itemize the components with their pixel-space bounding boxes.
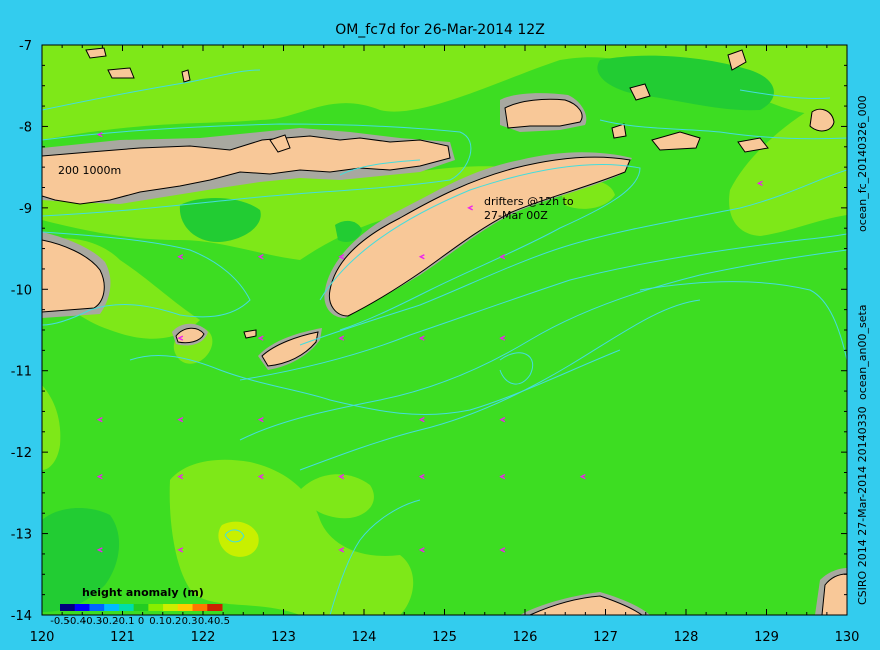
colorbar-swatch bbox=[118, 604, 135, 611]
isobath-label: 200 1000m bbox=[58, 164, 121, 177]
side-label-analysis-id: ocean_an00_seta bbox=[856, 304, 869, 400]
drifters-note-line2: 27-Mar 00Z bbox=[484, 209, 548, 222]
colorbar-swatch bbox=[60, 604, 76, 611]
x-tick-label: 121 bbox=[110, 630, 135, 645]
x-tick-label: 127 bbox=[593, 630, 618, 645]
x-tick-label: 130 bbox=[835, 630, 860, 645]
colorbar-tick-label: 0.1 bbox=[149, 616, 165, 627]
drifters-note-line1: drifters @12h to bbox=[484, 195, 574, 208]
colorbar-tick-label: 0 bbox=[138, 616, 144, 627]
island-small bbox=[243, 329, 257, 339]
colorbar-tick-label: 0.2 bbox=[165, 616, 181, 627]
colorbar-tick-label: -0.1 bbox=[115, 616, 135, 627]
colorbar-title: height anomaly (m) bbox=[82, 586, 204, 599]
colorbar-swatch bbox=[163, 604, 179, 611]
island-small bbox=[85, 47, 107, 59]
y-axis: -7 -8 -9 -10 -11 -12 -13 -14 bbox=[11, 39, 32, 624]
colorbar-swatch bbox=[177, 604, 194, 611]
wetar-island bbox=[504, 98, 583, 129]
y-tick-label: -8 bbox=[19, 120, 32, 135]
x-axis: 120 121 122 123 124 125 126 127 128 129 … bbox=[30, 630, 860, 645]
island-small bbox=[181, 69, 191, 83]
colorbar-swatch bbox=[133, 604, 149, 611]
colorbar-tick-label: 0.3 bbox=[182, 616, 198, 627]
colorbar-tick-label: 0.5 bbox=[214, 616, 230, 627]
side-label-forecast-id: ocean_fc_20140326_000 bbox=[856, 95, 869, 232]
x-tick-label: 126 bbox=[513, 630, 538, 645]
y-tick-label: -9 bbox=[19, 202, 32, 217]
y-tick-label: -12 bbox=[11, 446, 32, 461]
x-tick-label: 125 bbox=[432, 630, 457, 645]
y-tick-label: -14 bbox=[11, 609, 32, 624]
x-tick-label: 123 bbox=[271, 630, 296, 645]
x-tick-label: 122 bbox=[191, 630, 216, 645]
map-plot-area bbox=[42, 45, 847, 615]
colorbar-swatch bbox=[104, 604, 120, 611]
y-tick-label: -10 bbox=[11, 283, 32, 298]
x-tick-label: 120 bbox=[30, 630, 55, 645]
map-figure: 120 121 122 123 124 125 126 127 128 129 … bbox=[11, 39, 869, 645]
island-small bbox=[107, 67, 135, 79]
colorbar-swatch bbox=[74, 604, 90, 611]
x-tick-label: 128 bbox=[674, 630, 699, 645]
colorbar-swatch bbox=[89, 604, 105, 611]
colorbar-ticks: -0.5-0.4-0.3-0.2-0.1 0 0.1 0.2 0.3 0.4 0.5 bbox=[50, 616, 230, 627]
colorbar-swatches bbox=[60, 604, 223, 611]
colorbar-tick-label: 0.4 bbox=[198, 616, 214, 627]
colorbar-swatch bbox=[192, 604, 208, 611]
colorbar-swatch bbox=[207, 604, 223, 611]
x-tick-label: 129 bbox=[754, 630, 779, 645]
y-tick-label: -11 bbox=[11, 365, 32, 380]
x-tick-label: 124 bbox=[352, 630, 377, 645]
y-tick-label: -7 bbox=[19, 39, 32, 54]
side-label-credit: CSIRO 2014 27-Mar-2014 20140330 bbox=[856, 406, 869, 605]
y-tick-label: -13 bbox=[11, 528, 32, 543]
colorbar-swatch bbox=[148, 604, 164, 611]
